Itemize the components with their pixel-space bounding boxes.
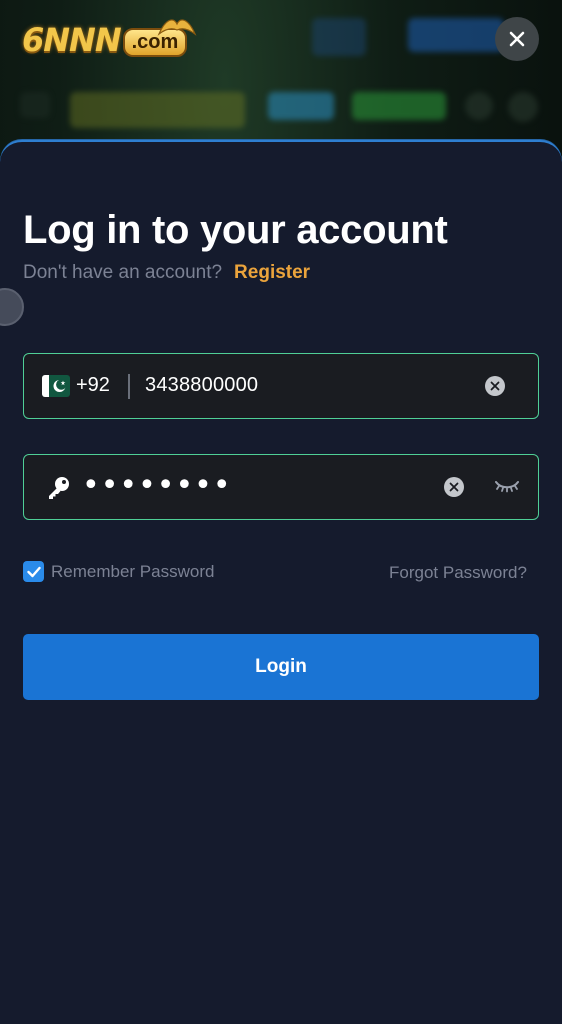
floating-handle[interactable]: [0, 288, 24, 326]
remember-checkbox[interactable]: [23, 561, 44, 582]
login-button[interactable]: Login: [23, 634, 539, 700]
key-icon: [49, 477, 69, 499]
clear-icon: [490, 381, 500, 391]
background-icon-blurred: [312, 18, 366, 56]
background-icon-blurred: [508, 92, 538, 122]
country-code[interactable]: +92: [76, 374, 110, 397]
background-icon-blurred: [465, 92, 493, 120]
logo-text: 6NNN: [22, 21, 122, 59]
page-title: Log in to your account: [23, 208, 448, 252]
remember-label[interactable]: Remember Password: [51, 562, 214, 582]
password-input[interactable]: ••••••••: [82, 468, 232, 503]
checkmark-icon: [26, 566, 41, 577]
eye-closed-icon[interactable]: [494, 477, 520, 495]
background-banner-blurred: [70, 92, 245, 128]
field-divider: [128, 374, 130, 399]
forgot-password-link[interactable]: Forgot Password?: [389, 563, 527, 583]
register-link[interactable]: Register: [234, 262, 310, 283]
register-prompt: Don't have an account? Register: [23, 262, 310, 284]
clear-icon: [449, 482, 459, 492]
background-button-blurred: [268, 92, 334, 120]
password-field[interactable]: ••••••••: [23, 454, 539, 520]
phone-input[interactable]: 3438800000: [145, 374, 258, 397]
background-button-blurred: [408, 18, 504, 52]
close-button[interactable]: [495, 17, 539, 61]
background-button-blurred: [352, 92, 446, 120]
clear-password-button[interactable]: [444, 477, 464, 497]
no-account-text: Don't have an account?: [23, 262, 223, 283]
pakistan-flag-icon[interactable]: [42, 375, 70, 397]
login-sheet: Log in to your account Don't have an acc…: [0, 140, 562, 1024]
remember-password[interactable]: Remember Password: [23, 561, 214, 582]
clear-phone-button[interactable]: [485, 376, 505, 396]
eagle-wing-icon: [157, 19, 197, 36]
phone-field[interactable]: +92 3438800000: [23, 353, 539, 419]
close-icon: [509, 31, 525, 47]
site-logo: 6NNN .com: [22, 18, 198, 62]
background-menu-blurred: [20, 92, 50, 118]
